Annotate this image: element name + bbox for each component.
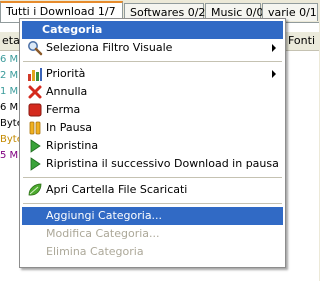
- menu-header-label: Categoria: [42, 23, 103, 36]
- menu-item-resume[interactable]: Ripristina: [22, 137, 283, 155]
- menu-item-label: Ripristina: [46, 139, 99, 152]
- bar-chart-icon: [27, 66, 43, 82]
- menu-separator: [23, 203, 282, 204]
- menu-item-delete-category: Elimina Categoria: [22, 243, 283, 261]
- menu-item-label: Seleziona Filtro Visuale: [46, 41, 173, 54]
- menu-item-label: Priorità: [46, 67, 86, 80]
- menu-item-priority[interactable]: Priorità: [22, 65, 283, 83]
- magnifier-icon: [27, 40, 43, 56]
- column-header-sources[interactable]: Fonti: [286, 32, 315, 50]
- menu-item-cancel[interactable]: Annulla: [22, 83, 283, 101]
- menu-item-label: Ripristina il successivo Download in pau…: [46, 157, 279, 170]
- menu-item-stop[interactable]: Ferma: [22, 101, 283, 119]
- menu-item-label: Aggiungi Categoria...: [46, 209, 163, 222]
- submenu-arrow-icon: [272, 70, 276, 78]
- menu-item-open-folder[interactable]: Apri Cartella File Scaricati: [22, 181, 283, 199]
- menu-item-edit-category: Modifica Categoria...: [22, 225, 283, 243]
- play-icon: [27, 156, 43, 172]
- menu-item-add-category[interactable]: Aggiungi Categoria...: [22, 207, 283, 225]
- context-menu: Categoria Seleziona Filtro Visuale Prior…: [19, 18, 286, 268]
- stop-icon: [27, 102, 43, 118]
- menu-item-label: Annulla: [46, 85, 88, 98]
- menu-item-select-filter[interactable]: Seleziona Filtro Visuale: [22, 39, 283, 57]
- menu-item-pause[interactable]: In Pausa: [22, 119, 283, 137]
- submenu-arrow-icon: [272, 44, 276, 52]
- play-icon: [27, 138, 43, 154]
- menu-item-label: Apri Cartella File Scaricati: [46, 183, 188, 196]
- menu-item-label: Elimina Categoria: [46, 245, 144, 258]
- menu-item-label: In Pausa: [46, 121, 93, 134]
- column-header-left[interactable]: eta: [0, 32, 20, 50]
- menu-separator: [23, 61, 282, 62]
- pause-icon: [27, 120, 43, 136]
- menu-header-categoria: Categoria: [22, 21, 283, 39]
- red-x-icon: [27, 84, 43, 100]
- menu-item-label: Modifica Categoria...: [46, 227, 160, 240]
- menu-separator: [23, 177, 282, 178]
- menu-item-label: Ferma: [46, 103, 81, 116]
- menu-item-resume-next[interactable]: Ripristina il successivo Download in pau…: [22, 155, 283, 173]
- leaf-folder-icon: [27, 182, 43, 198]
